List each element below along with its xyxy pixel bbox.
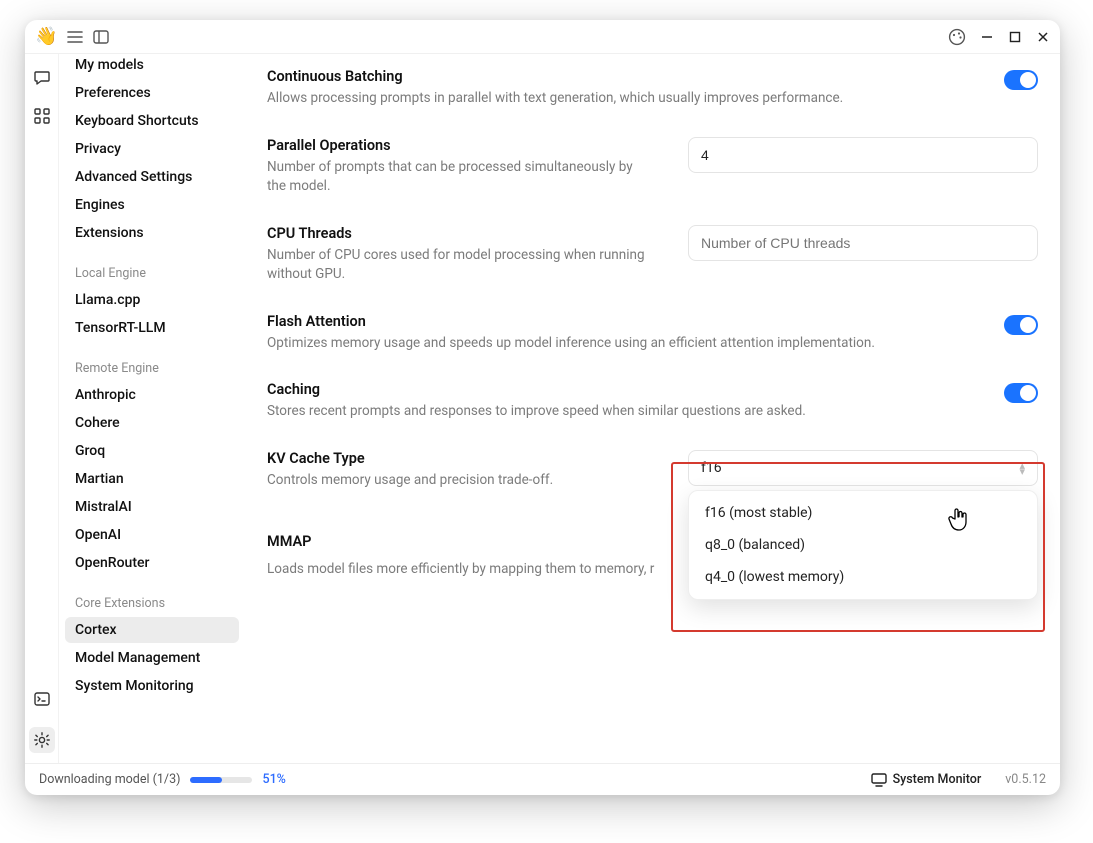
sidebar-section-core-extensions: Core Extensions xyxy=(65,578,239,617)
setting-continuous-batching-title: Continuous Batching xyxy=(267,68,1004,85)
toggle-caching[interactable] xyxy=(1004,383,1038,403)
option-kv-q4-0[interactable]: q4_0 (lowest memory) xyxy=(693,561,1033,593)
toggle-continuous-batching[interactable] xyxy=(1004,70,1038,90)
window-minimize-button[interactable] xyxy=(980,30,994,44)
sidebar-item-preferences[interactable]: Preferences xyxy=(65,80,239,106)
apps-grid-icon[interactable] xyxy=(32,106,52,126)
titlebar: 👋 xyxy=(25,20,1060,54)
left-rail xyxy=(25,54,59,763)
download-status-label: Downloading model (1/3) xyxy=(39,772,180,787)
sidebar-item-keyboard-shortcuts[interactable]: Keyboard Shortcuts xyxy=(65,108,239,134)
setting-cpu-threads-desc: Number of CPU cores used for model proce… xyxy=(267,246,647,285)
sidebar-item-cortex[interactable]: Cortex xyxy=(65,617,239,643)
sidebar-item-privacy[interactable]: Privacy xyxy=(65,136,239,162)
setting-flash-attention-desc: Optimizes memory usage and speeds up mod… xyxy=(267,334,1004,354)
sidebar-item-anthropic[interactable]: Anthropic xyxy=(65,382,239,408)
sidebar-item-advanced-settings[interactable]: Advanced Settings xyxy=(65,164,239,190)
setting-caching-title: Caching xyxy=(267,381,1004,398)
setting-cpu-threads-title: CPU Threads xyxy=(267,225,647,242)
sidebar-item-martian[interactable]: Martian xyxy=(65,466,239,492)
terminal-icon[interactable] xyxy=(32,689,52,709)
setting-continuous-batching-desc: Allows processing prompts in parallel wi… xyxy=(267,89,1004,109)
monitor-icon xyxy=(871,773,887,787)
option-kv-q8-0[interactable]: q8_0 (balanced) xyxy=(693,529,1033,561)
setting-caching-desc: Stores recent prompts and responses to i… xyxy=(267,402,1004,422)
sidebar-item-my-models[interactable]: My models xyxy=(65,54,239,78)
sidebar-item-openrouter[interactable]: OpenRouter xyxy=(65,550,239,576)
setting-flash-attention-title: Flash Attention xyxy=(267,313,1004,330)
theme-icon[interactable] xyxy=(948,28,966,46)
chat-icon[interactable] xyxy=(32,68,52,88)
sidebar-item-extensions[interactable]: Extensions xyxy=(65,220,239,246)
input-cpu-threads[interactable] xyxy=(688,225,1038,261)
menu-icon[interactable] xyxy=(67,30,83,44)
option-kv-f16[interactable]: f16 (most stable) xyxy=(693,497,1033,529)
window-maximize-button[interactable] xyxy=(1008,30,1022,44)
select-kv-cache-type[interactable]: f16 ▴▾ xyxy=(688,450,1038,486)
cursor-pointer-icon xyxy=(947,506,971,532)
sidebar-section-remote-engine: Remote Engine xyxy=(65,343,239,382)
dropdown-kv-cache-type: f16 (most stable) q8_0 (balanced) q4_0 (… xyxy=(688,490,1038,600)
system-monitor-label: System Monitor xyxy=(893,772,982,787)
sidebar-item-cohere[interactable]: Cohere xyxy=(65,410,239,436)
app-logo-icon: 👋 xyxy=(35,26,57,47)
sidebar-item-system-monitoring[interactable]: System Monitoring xyxy=(65,673,239,699)
sidebar-item-engines[interactable]: Engines xyxy=(65,192,239,218)
setting-kv-cache-desc: Controls memory usage and precision trad… xyxy=(267,471,647,491)
download-progress-bar xyxy=(190,777,252,783)
toggle-sidebar-icon[interactable] xyxy=(93,30,109,44)
sidebar-item-mistralai[interactable]: MistralAI xyxy=(65,494,239,520)
chevron-updown-icon: ▴▾ xyxy=(1019,462,1025,474)
window-close-button[interactable] xyxy=(1036,30,1050,44)
version-label: v0.5.12 xyxy=(1005,772,1046,787)
sidebar-item-tensorrt-llm[interactable]: TensorRT-LLM xyxy=(65,315,239,341)
download-percent: 51% xyxy=(262,772,285,787)
input-parallel-operations[interactable] xyxy=(688,137,1038,173)
sidebar-item-groq[interactable]: Groq xyxy=(65,438,239,464)
sidebar-section-local-engine: Local Engine xyxy=(65,248,239,287)
settings-sidebar: My models Preferences Keyboard Shortcuts… xyxy=(59,54,245,763)
settings-panel: Continuous Batching Allows processing pr… xyxy=(245,54,1060,763)
setting-parallel-ops-title: Parallel Operations xyxy=(267,137,647,154)
select-kv-cache-value: f16 xyxy=(701,460,722,476)
sidebar-item-openai[interactable]: OpenAI xyxy=(65,522,239,548)
sidebar-item-llamacpp[interactable]: Llama.cpp xyxy=(65,287,239,313)
system-monitor-button[interactable]: System Monitor xyxy=(871,772,982,787)
setting-kv-cache-title: KV Cache Type xyxy=(267,450,647,467)
settings-gear-icon[interactable] xyxy=(29,727,55,753)
app-window: 👋 xyxy=(25,20,1060,795)
toggle-flash-attention[interactable] xyxy=(1004,315,1038,335)
status-bar: Downloading model (1/3) 51% System Monit… xyxy=(25,763,1060,795)
sidebar-item-model-management[interactable]: Model Management xyxy=(65,645,239,671)
setting-parallel-ops-desc: Number of prompts that can be processed … xyxy=(267,158,647,197)
